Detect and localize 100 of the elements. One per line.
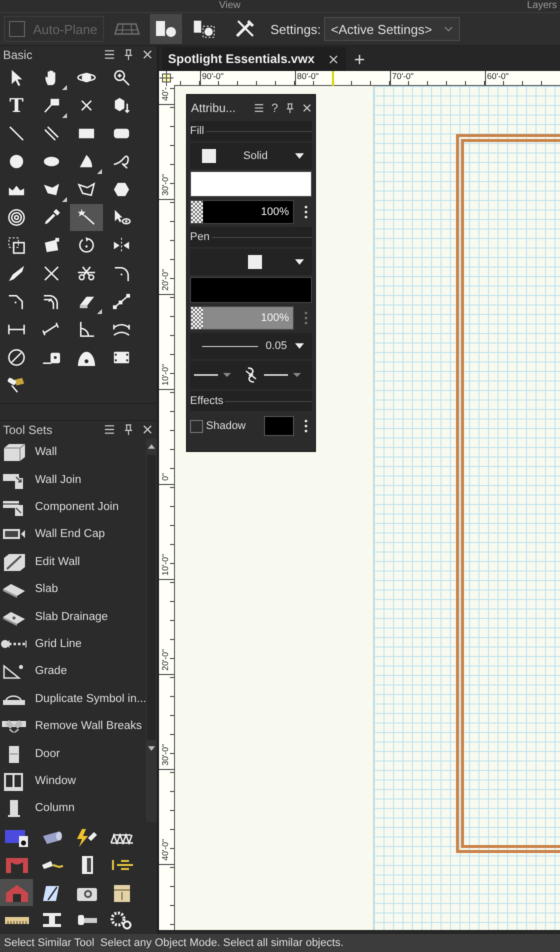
- panel-title[interactable]: Layers: [527, 0, 558, 11]
- shape-select-icon: [7, 236, 26, 256]
- ruler-label: 30'-0": [160, 744, 170, 766]
- stage-curtain-icon: [4, 855, 30, 876]
- tool-set-item[interactable]: Slab Drainage: [0, 602, 146, 630]
- scroll-down-icon[interactable]: [147, 746, 156, 752]
- edit-wall-icon: [1, 552, 27, 572]
- tool-set-item[interactable]: Duplicate Symbol in...: [0, 685, 146, 712]
- caret-down-icon: [295, 343, 304, 349]
- fillet-icon: [112, 264, 131, 284]
- close-icon[interactable]: [142, 424, 153, 436]
- pin-icon[interactable]: [123, 424, 134, 436]
- tool-set-item[interactable]: Slab: [0, 576, 146, 603]
- ruler-label: 40'-0": [160, 839, 170, 861]
- fill-opacity-field[interactable]: 100%: [190, 200, 294, 224]
- tool-set-item[interactable]: Component Join: [0, 493, 146, 521]
- add-tab-icon[interactable]: [354, 54, 365, 65]
- caret-down-icon: [295, 153, 304, 159]
- diameter-icon: [7, 348, 26, 368]
- menu-icon[interactable]: [254, 103, 264, 113]
- flyout-triangle-icon: [62, 197, 67, 202]
- more-options-icon[interactable]: [304, 419, 308, 433]
- wrench-screwdriver-icon[interactable]: [234, 18, 256, 40]
- gears-icon: [108, 910, 134, 930]
- fill-color-swatch[interactable]: [190, 171, 312, 197]
- tool-set-item[interactable]: Wall Join: [0, 466, 146, 494]
- settings-label: Settings:: [270, 22, 321, 36]
- flyout-triangle-icon: [62, 113, 67, 118]
- monitor-speaker-icon: [4, 828, 30, 848]
- double-line-icon: [42, 124, 61, 144]
- menu-icon[interactable]: [104, 49, 115, 60]
- section-label: Pen: [190, 231, 210, 243]
- tool-set-item[interactable]: Grid Line: [0, 630, 146, 658]
- tool-set-item[interactable]: Wall End Cap: [0, 520, 146, 548]
- tool-button[interactable]: T: [0, 92, 33, 120]
- house-icon: [4, 882, 30, 903]
- tool-set-item[interactable]: Column: [0, 794, 146, 822]
- spiral-icon: [7, 208, 26, 228]
- shape-circle-icon: [154, 19, 178, 39]
- tool-set-item[interactable]: Door: [0, 740, 146, 768]
- wall-icon: [1, 442, 27, 462]
- scrollbar[interactable]: [146, 438, 157, 822]
- pin-icon[interactable]: [285, 103, 295, 113]
- flyout-triangle-icon: [97, 309, 102, 314]
- line-style-icon: [264, 372, 304, 378]
- working-plane-icon[interactable]: [114, 22, 140, 36]
- ruler-label: 20'-0": [160, 649, 170, 671]
- ruler-label: 20'-0": [160, 269, 170, 291]
- flyout-triangle-icon: [62, 85, 67, 90]
- section-label: Effects: [190, 395, 224, 407]
- ruler-label: 30'-0": [160, 174, 170, 196]
- close-icon[interactable]: [328, 54, 338, 64]
- magic-wand-icon: [77, 208, 96, 228]
- scroll-up-icon[interactable]: [147, 442, 156, 449]
- connect-icon: [112, 292, 131, 312]
- unlink-icon[interactable]: [245, 366, 257, 384]
- pin-icon[interactable]: [123, 49, 134, 60]
- close-icon[interactable]: [302, 103, 312, 113]
- shadow-checkbox[interactable]: Shadow: [190, 420, 246, 432]
- ruler-label: 60'-0": [487, 71, 509, 81]
- cross-lines-icon: [42, 264, 61, 284]
- fill-style-dropdown[interactable]: Solid: [190, 143, 312, 169]
- pen-color-swatch[interactable]: [190, 277, 312, 303]
- shadow-color-swatch[interactable]: [264, 416, 294, 436]
- pointer-eye-icon: [112, 208, 131, 228]
- chevron-down-icon: [444, 26, 454, 32]
- palette-title: Attribu...: [191, 101, 237, 115]
- tool-button[interactable]: [70, 204, 103, 232]
- tool-set-item[interactable]: Window: [0, 767, 146, 795]
- panel-title[interactable]: View: [219, 0, 240, 11]
- tool-set-item[interactable]: Grade: [0, 658, 146, 686]
- pen-style-dropdown[interactable]: [190, 249, 312, 275]
- chamfer-icon: [7, 292, 26, 312]
- shape-selected-circle-icon: [192, 19, 216, 39]
- tool-set-item[interactable]: Wall: [0, 438, 146, 466]
- ruler-label: 10'-0": [160, 364, 170, 386]
- help-button[interactable]: ?: [271, 101, 278, 115]
- line-thickness-dropdown[interactable]: 0.05: [190, 333, 312, 359]
- status-tool-name: Select Similar Tool: [4, 937, 94, 949]
- tool-set-item[interactable]: Remove Wall Breaks: [0, 712, 146, 740]
- status-hint: Select any Object Mode. Select all similar objects.: [100, 937, 344, 949]
- ruler-label: 0": [160, 473, 170, 481]
- callout-icon: [42, 96, 61, 116]
- panel-title: Basic: [3, 48, 34, 62]
- caret-down-icon: [295, 259, 304, 265]
- tool-set-item[interactable]: Edit Wall: [0, 548, 146, 576]
- more-options-icon[interactable]: [304, 205, 308, 219]
- drawing-canvas[interactable]: Attribu... ? Fill Solid 100% Pen 100% 0.05 Effects Shadow: [175, 86, 560, 930]
- panel-title: Tool Sets: [3, 422, 54, 437]
- rotate-icon: [77, 236, 96, 256]
- document-tab[interactable]: Spotlight Essentials.vwx: [162, 47, 346, 71]
- menu-icon[interactable]: [104, 424, 115, 436]
- ruler-label: 70'-0": [392, 71, 414, 81]
- ruler-label: 10'-0": [160, 554, 170, 576]
- mode-button[interactable]: [150, 14, 182, 44]
- ruler-label: 40'-: [160, 87, 170, 101]
- settings-dropdown[interactable]: <Active Settings>: [324, 17, 460, 41]
- ruler-label: 80'-0": [297, 71, 319, 81]
- close-icon[interactable]: [142, 49, 153, 60]
- scissors-icon: [77, 264, 96, 284]
